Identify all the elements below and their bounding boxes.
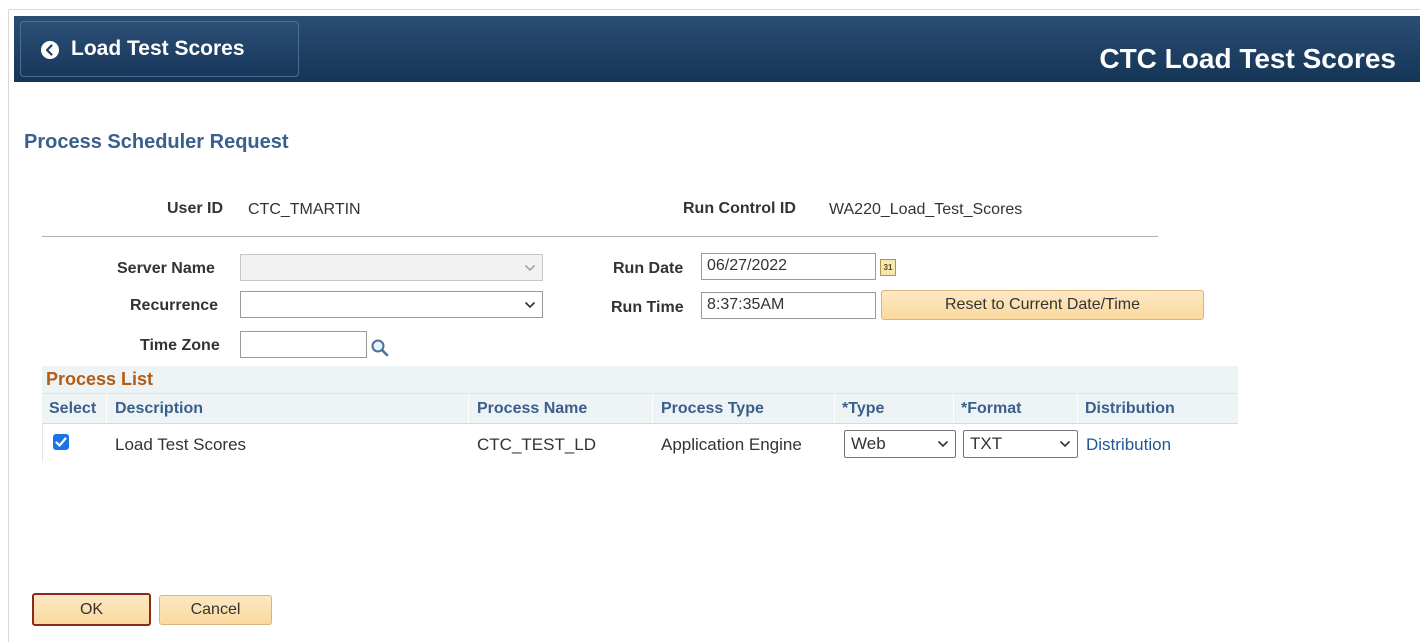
chevron-down-icon	[524, 264, 536, 272]
chevron-down-icon	[937, 440, 949, 448]
calendar-icon-text: 31	[883, 263, 893, 272]
cancel-button[interactable]: Cancel	[159, 595, 272, 625]
column-header-select: Select	[49, 400, 97, 417]
time-zone-label: Time Zone	[140, 337, 220, 354]
run-date-value: 06/27/2022	[707, 257, 788, 274]
run-control-id-value: WA220_Load_Test_Scores	[829, 201, 1023, 218]
column-separator	[468, 394, 469, 423]
row-description: Load Test Scores	[115, 435, 247, 454]
server-name-select[interactable]	[240, 254, 543, 281]
select-checkbox[interactable]	[53, 434, 69, 450]
column-header-process-name: Process Name	[477, 400, 588, 417]
run-date-label: Run Date	[613, 260, 684, 277]
search-icon[interactable]	[369, 337, 391, 359]
row-process-type: Application Engine	[661, 435, 802, 454]
column-separator	[652, 394, 653, 423]
checkmark-icon	[55, 437, 67, 447]
format-select[interactable]: TXT	[963, 430, 1078, 458]
chevron-down-icon	[524, 301, 536, 309]
back-button[interactable]: Load Test Scores	[20, 21, 299, 77]
column-separator	[953, 394, 954, 423]
back-button-label: Load Test Scores	[71, 37, 245, 60]
recurrence-label: Recurrence	[130, 297, 219, 314]
section-divider	[42, 236, 1158, 237]
process-list-header: Process List	[42, 366, 1238, 393]
page-frame	[8, 9, 1420, 642]
chevron-left-icon	[41, 41, 59, 59]
run-control-id-label: Run Control ID	[683, 200, 796, 217]
server-name-label: Server Name	[117, 260, 215, 277]
distribution-link[interactable]: Distribution	[1086, 435, 1171, 455]
column-separator	[834, 394, 835, 423]
run-time-input[interactable]: 8:37:35AM	[701, 292, 876, 319]
time-zone-input[interactable]	[240, 331, 367, 358]
column-header-process-type: Process Type	[661, 400, 764, 417]
column-header-format: *Format	[961, 400, 1022, 417]
row-process-name: CTC_TEST_LD	[477, 435, 597, 454]
user-id-label: User ID	[167, 200, 224, 217]
reset-date-time-button[interactable]: Reset to Current Date/Time	[881, 290, 1204, 320]
format-select-value: TXT	[970, 434, 1003, 453]
type-select-value: Web	[851, 434, 886, 453]
page-title: Process Scheduler Request	[24, 131, 289, 153]
process-list-title: Process List	[46, 369, 154, 389]
recurrence-select[interactable]	[240, 291, 543, 318]
ok-button[interactable]: OK	[32, 593, 151, 626]
table-row: Load Test Scores CTC_TEST_LD Application…	[42, 424, 1238, 462]
process-list-column-headers: Select Description Process Name Process …	[42, 393, 1238, 424]
run-time-value: 8:37:35AM	[707, 296, 785, 313]
column-header-type: *Type	[842, 400, 885, 417]
column-header-distribution: Distribution	[1085, 400, 1175, 417]
column-header-description: Description	[115, 400, 204, 417]
chevron-down-icon	[1059, 440, 1071, 448]
column-separator	[1077, 394, 1078, 423]
type-select[interactable]: Web	[844, 430, 956, 458]
column-separator	[106, 394, 107, 423]
calendar-icon[interactable]: 31	[880, 259, 896, 276]
run-date-input[interactable]: 06/27/2022	[701, 253, 876, 280]
run-time-label: Run Time	[611, 299, 684, 316]
user-id-value: CTC_TMARTIN	[248, 201, 361, 218]
page-header-title: CTC Load Test Scores	[1099, 43, 1396, 74]
